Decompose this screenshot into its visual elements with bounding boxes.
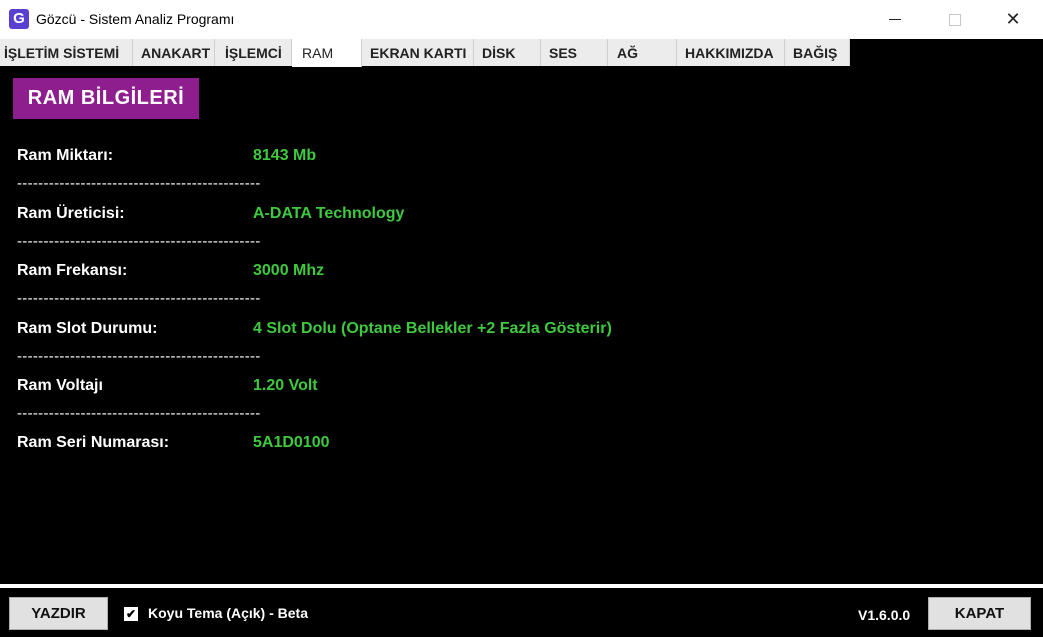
checkmark-icon: ✔ <box>125 607 137 621</box>
ram-amount-label: Ram Miktarı: <box>17 147 114 164</box>
maximize-icon <box>949 13 961 26</box>
tab-anakart[interactable]: ANAKART <box>133 39 215 66</box>
tab-ram[interactable]: RAM <box>292 39 362 67</box>
tab-bagis[interactable]: BAĞIŞ <box>785 39 850 66</box>
ram-amount-value: 8143 Mb <box>253 147 317 164</box>
title-bar: G Gözcü - Sistem Analiz Programı ✕ <box>0 0 1043 39</box>
section-title: RAM BİLGİLERİ <box>13 78 199 119</box>
dark-theme-label[interactable]: Koyu Tema (Açık) - Beta <box>148 605 308 621</box>
tab-bar: İŞLETİM SİSTEMİ ANAKART İŞLEMCİ RAM EKRA… <box>0 39 1043 67</box>
row-separator: ----------------------------------------… <box>17 233 261 250</box>
minimize-icon <box>889 19 901 20</box>
ram-manufacturer-label: Ram Üreticisi: <box>17 205 125 222</box>
footer-bar: YAZDIR ✔ Koyu Tema (Açık) - Beta V1.6.0.… <box>0 588 1043 637</box>
ram-info-panel: RAM BİLGİLERİ Ram Miktarı: 8143 Mb -----… <box>0 67 1043 584</box>
ram-frequency-value: 3000 Mhz <box>253 262 325 279</box>
ram-slot-status-label: Ram Slot Durumu: <box>17 320 158 337</box>
row-separator: ----------------------------------------… <box>17 175 261 192</box>
tab-islemci[interactable]: İŞLEMCİ <box>215 39 292 66</box>
row-separator: ----------------------------------------… <box>17 405 261 422</box>
maximize-button[interactable] <box>932 0 978 39</box>
dark-theme-checkbox[interactable]: ✔ <box>124 607 138 621</box>
minimize-button[interactable] <box>872 0 918 39</box>
tab-isletim-sistemi[interactable]: İŞLETİM SİSTEMİ <box>0 39 133 66</box>
ram-voltage-value: 1.20 Volt <box>253 377 318 394</box>
ram-manufacturer-value: A-DATA Technology <box>253 205 405 222</box>
ram-frequency-label: Ram Frekansı: <box>17 262 128 279</box>
row-separator: ----------------------------------------… <box>17 348 261 365</box>
tab-ekran-karti[interactable]: EKRAN KARTI <box>362 39 474 66</box>
ram-voltage-label: Ram Voltajı <box>17 377 103 394</box>
tab-hakkimizda[interactable]: HAKKIMIZDA <box>677 39 785 66</box>
row-separator: ----------------------------------------… <box>17 290 261 307</box>
ram-serial-label: Ram Seri Numarası: <box>17 434 170 451</box>
window-title: Gözcü - Sistem Analiz Programı <box>36 11 235 27</box>
close-app-button[interactable]: KAPAT <box>928 597 1031 630</box>
ram-slot-status-value: 4 Slot Dolu (Optane Bellekler +2 Fazla G… <box>253 320 612 337</box>
app-logo-icon: G <box>9 9 29 29</box>
tab-disk[interactable]: DİSK <box>474 39 541 66</box>
tab-ses[interactable]: SES <box>541 39 608 66</box>
window-close-button[interactable]: ✕ <box>990 0 1036 39</box>
version-label: V1.6.0.0 <box>858 607 911 623</box>
ram-serial-value: 5A1D0100 <box>253 434 330 451</box>
tab-ag[interactable]: AĞ <box>608 39 677 66</box>
close-icon: ✕ <box>1005 9 1021 29</box>
print-button[interactable]: YAZDIR <box>9 597 108 630</box>
